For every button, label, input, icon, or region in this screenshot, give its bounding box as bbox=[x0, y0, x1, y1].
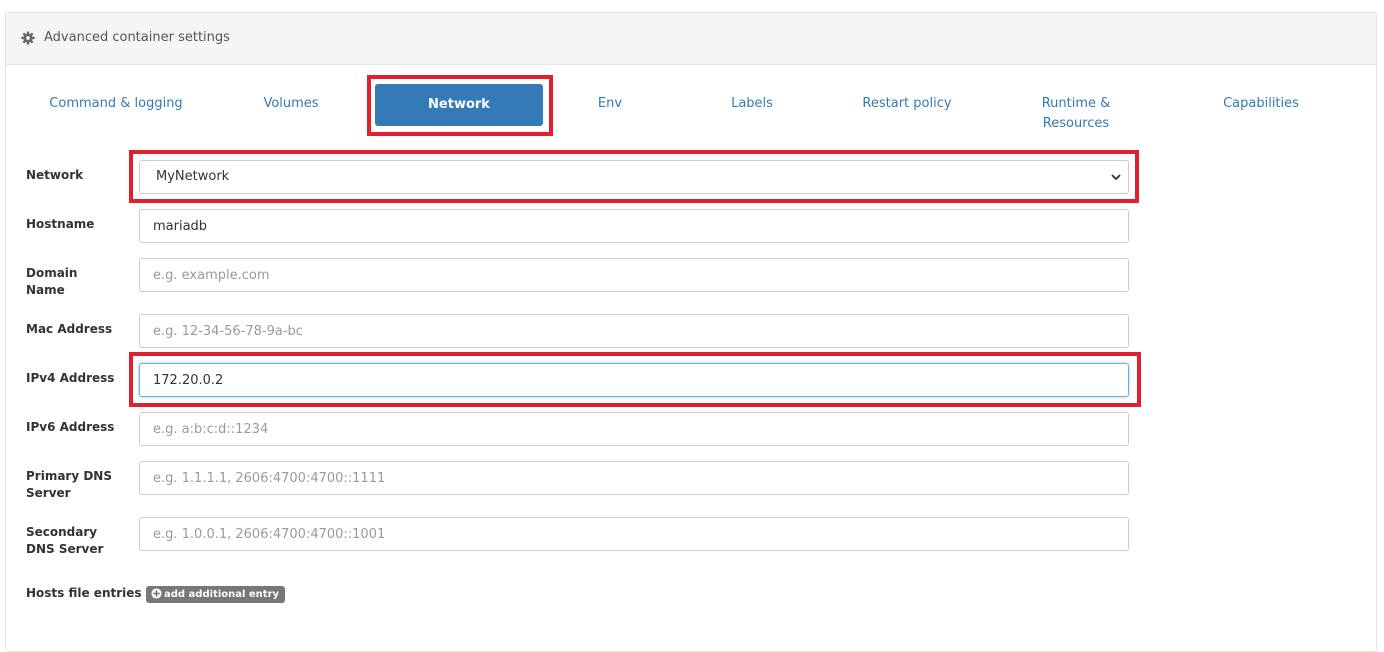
primary-dns-label-line2: Server bbox=[26, 486, 71, 500]
panel-title: Advanced container settings bbox=[44, 30, 230, 45]
tab-env[interactable]: Env bbox=[580, 94, 640, 114]
mac-address-label: Mac Address bbox=[26, 322, 113, 336]
secondary-dns-label-line1: Secondary bbox=[26, 525, 98, 539]
tab-command-logging[interactable]: Command & logging bbox=[30, 94, 202, 114]
ipv6-address-input[interactable] bbox=[139, 412, 1129, 446]
primary-dns-label-line1: Primary DNS bbox=[26, 469, 112, 483]
ipv4-address-input[interactable] bbox=[139, 363, 1129, 397]
secondary-dns-input[interactable] bbox=[139, 517, 1129, 551]
network-select[interactable]: MyNetwork bbox=[139, 160, 1129, 194]
primary-dns-label: Primary DNS Server bbox=[26, 468, 112, 502]
hosts-file-label: Hosts file entries bbox=[26, 586, 142, 600]
tab-capabilities[interactable]: Capabilities bbox=[1205, 94, 1317, 114]
network-select-value: MyNetwork bbox=[156, 169, 230, 184]
secondary-dns-label-line2: DNS Server bbox=[26, 542, 104, 556]
secondary-dns-label: Secondary DNS Server bbox=[26, 524, 103, 558]
ipv4-address-label: IPv4 Address bbox=[26, 371, 115, 385]
tab-volumes[interactable]: Volumes bbox=[246, 94, 336, 114]
mac-address-input[interactable] bbox=[139, 314, 1129, 348]
network-label: Network bbox=[26, 168, 84, 182]
tab-restart-policy[interactable]: Restart policy bbox=[847, 94, 967, 114]
ipv6-address-label: IPv6 Address bbox=[26, 420, 115, 434]
chevron-down-icon bbox=[1111, 174, 1121, 181]
tab-runtime-resources[interactable]: Runtime & Resources bbox=[1020, 94, 1132, 134]
domain-name-label-line2: Name bbox=[26, 283, 65, 297]
hostname-input[interactable] bbox=[139, 209, 1129, 243]
gear-icon bbox=[21, 31, 35, 45]
panel-heading: Advanced container settings bbox=[6, 13, 1376, 65]
domain-name-input[interactable] bbox=[139, 258, 1129, 292]
add-entry-label: add additional entry bbox=[164, 589, 280, 600]
primary-dns-input[interactable] bbox=[139, 461, 1129, 495]
domain-name-label: Domain Name bbox=[26, 265, 77, 299]
plus-circle-icon bbox=[151, 588, 162, 599]
tab-labels[interactable]: Labels bbox=[712, 94, 792, 114]
tab-network[interactable]: Network bbox=[375, 84, 543, 126]
tab-runtime-line2: Resources bbox=[1042, 116, 1110, 131]
hostname-label: Hostname bbox=[26, 217, 95, 231]
domain-name-label-line1: Domain bbox=[26, 266, 78, 280]
tab-runtime-line1: Runtime & bbox=[1041, 96, 1111, 111]
add-entry-button[interactable]: add additional entry bbox=[146, 586, 286, 603]
